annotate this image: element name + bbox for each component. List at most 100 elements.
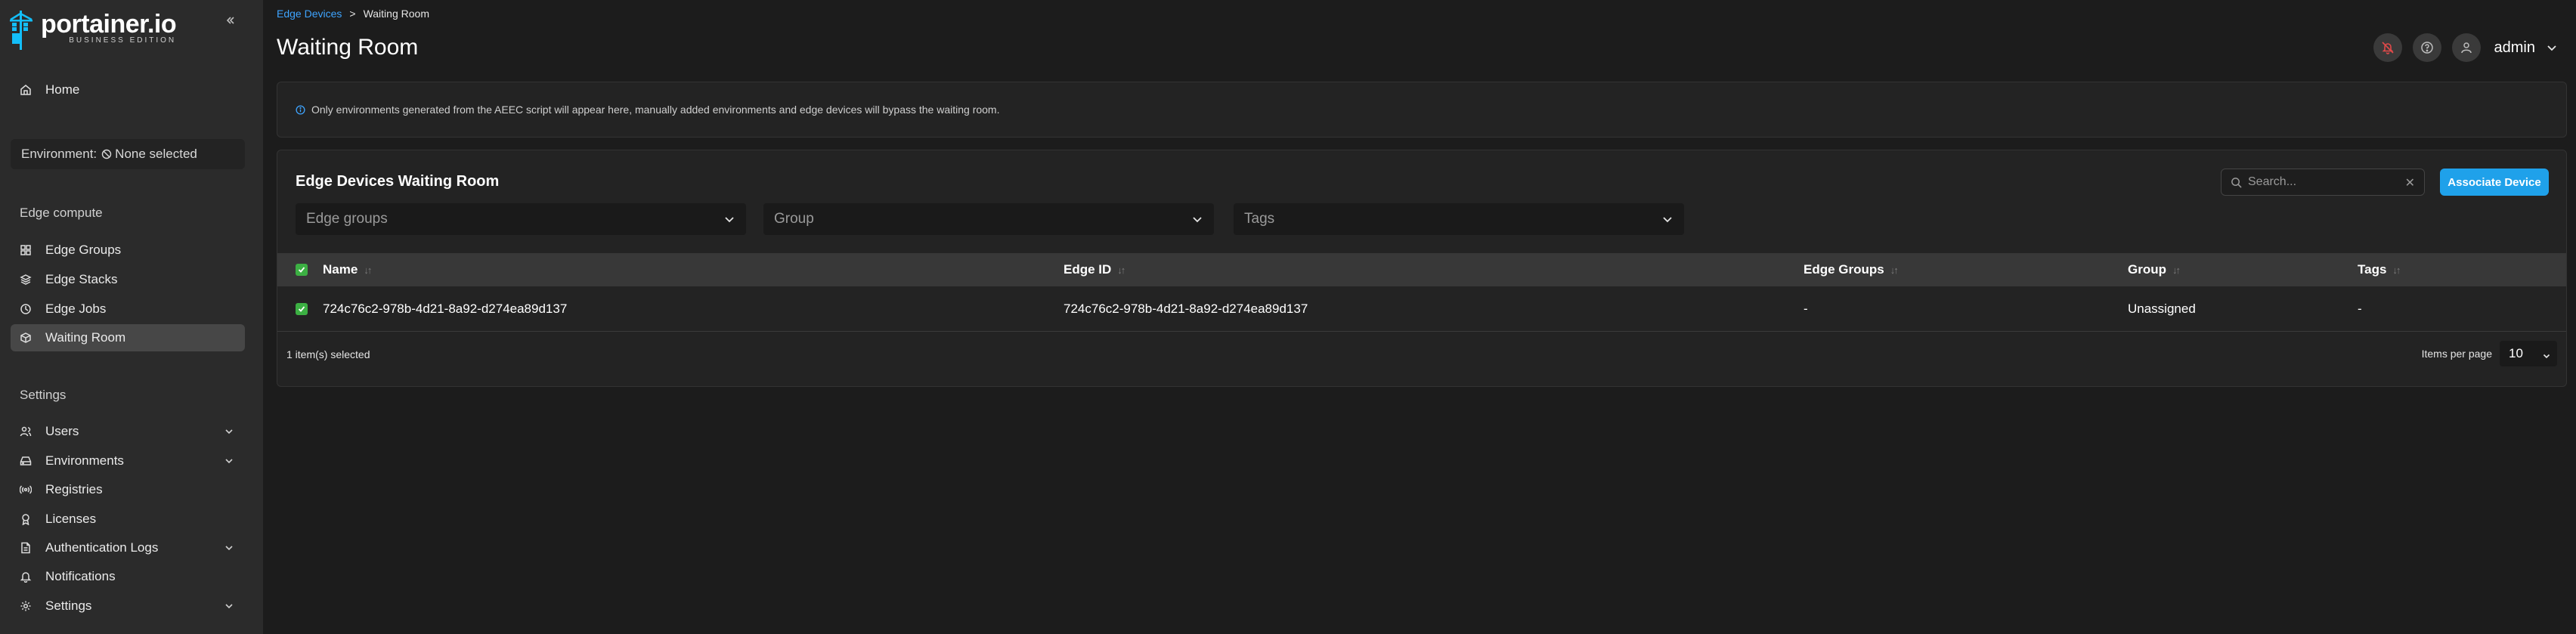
file-text-icon xyxy=(18,540,33,555)
ban-icon xyxy=(101,149,112,159)
bell-icon xyxy=(18,569,33,584)
column-header-tags[interactable]: Tags ↓↑ xyxy=(2358,253,2401,286)
column-header-edge-id[interactable]: Edge ID ↓↑ xyxy=(1064,253,1125,286)
table-header: Name ↓↑ Edge ID ↓↑ Edge Groups ↓↑ Group ↓↑ T… xyxy=(277,253,2566,286)
panel-title: Edge Devices Waiting Room xyxy=(296,173,500,190)
users-icon xyxy=(18,424,33,439)
bell-off-icon xyxy=(2381,42,2394,54)
edge-groups-filter[interactable]: Edge groups xyxy=(296,203,746,235)
sidebar-item-authentication-logs[interactable]: Authentication Logs xyxy=(11,534,245,561)
sort-icon: ↓↑ xyxy=(364,264,372,276)
items-per-page-select[interactable]: 10 xyxy=(2500,341,2557,366)
sidebar-item-waiting-room[interactable]: Waiting Room xyxy=(11,324,245,351)
portainer-logo[interactable]: portainer.io BUSINESS EDITION xyxy=(9,10,177,50)
associate-device-button[interactable]: Associate Device xyxy=(2440,169,2549,196)
filter-placeholder: Edge groups xyxy=(306,211,388,227)
filter-placeholder: Group xyxy=(774,211,814,227)
row-checkbox[interactable] xyxy=(296,303,308,315)
sidebar-item-users[interactable]: Users xyxy=(11,418,245,445)
breadcrumb-edge-devices-link[interactable]: Edge Devices xyxy=(277,8,342,20)
sidebar-item-label: Edge Groups xyxy=(45,243,122,257)
user-avatar[interactable] xyxy=(2451,33,2481,62)
sidebar-item-label: Users xyxy=(45,424,79,438)
sidebar-item-edge-groups[interactable]: Edge Groups xyxy=(11,237,245,264)
sidebar-item-home[interactable]: Home xyxy=(11,76,245,104)
search-input[interactable] xyxy=(2248,175,2392,189)
breadcrumb-current: Waiting Room xyxy=(363,8,429,20)
sidebar-item-settings[interactable]: Settings xyxy=(11,592,245,620)
sidebar-item-label: Edge Stacks xyxy=(45,272,118,286)
sidebar-item-label: Edge Jobs xyxy=(45,302,107,316)
logo-name: portainer.io xyxy=(41,10,177,39)
home-icon xyxy=(18,82,33,97)
sidebar-item-label: Settings xyxy=(45,598,92,613)
cell-group: Unassigned xyxy=(2128,301,2196,316)
breadcrumb: Edge Devices > Waiting Room xyxy=(277,8,429,20)
settings-icon xyxy=(18,598,33,614)
sidebar-item-edge-stacks[interactable]: Edge Stacks xyxy=(11,266,245,293)
notifications-button[interactable] xyxy=(2373,33,2402,62)
chevron-down-icon xyxy=(1661,213,1673,230)
sidebar-item-label: Waiting Room xyxy=(45,330,126,345)
chevron-down-icon xyxy=(1191,213,1203,230)
crane-logo-icon xyxy=(10,11,33,50)
tags-filter[interactable]: Tags xyxy=(1234,203,1684,235)
environment-value: None selected xyxy=(115,147,197,161)
sidebar-item-environments[interactable]: Environments xyxy=(11,447,245,475)
header-actions: admin xyxy=(2373,33,2558,62)
chevron-down-icon xyxy=(224,455,234,470)
chevron-down-icon[interactable] xyxy=(2546,42,2558,54)
sidebar-item-label: Licenses xyxy=(45,512,97,526)
chevron-down-icon xyxy=(224,600,234,615)
chevron-down-icon xyxy=(2542,349,2551,364)
box-icon xyxy=(18,330,33,345)
collapse-sidebar-button[interactable] xyxy=(222,14,239,30)
section-edge-compute: Edge compute xyxy=(20,206,103,220)
table-row[interactable]: 724c76c2-978b-4d21-8a92-d274ea89d137 724… xyxy=(277,286,2566,332)
sidebar-item-label: Registries xyxy=(45,482,103,496)
award-icon xyxy=(18,512,33,527)
environment-selector[interactable]: Environment: None selected xyxy=(11,139,245,169)
sidebar: portainer.io BUSINESS EDITION Home Envir… xyxy=(0,0,263,634)
column-header-edge-groups[interactable]: Edge Groups ↓↑ xyxy=(1804,253,1899,286)
clock-icon xyxy=(18,302,33,317)
user-icon xyxy=(2460,42,2472,54)
chevron-down-icon xyxy=(224,542,234,557)
cell-tags: - xyxy=(2358,301,2362,316)
search-box[interactable]: ✕ xyxy=(2221,169,2425,196)
info-panel: Only environments generated from the AEE… xyxy=(277,82,2567,138)
waiting-room-panel: Edge Devices Waiting Room ✕ Associate De… xyxy=(277,150,2567,387)
chevrons-left-icon xyxy=(226,17,234,24)
select-all-checkbox[interactable] xyxy=(296,264,308,276)
sidebar-item-label: Environments xyxy=(45,453,124,468)
clear-search-icon[interactable]: ✕ xyxy=(2405,175,2415,190)
column-header-name[interactable]: Name ↓↑ xyxy=(323,253,372,286)
sidebar-item-registries[interactable]: Registries xyxy=(11,476,245,503)
pagination: Items per page 10 xyxy=(2422,341,2557,366)
chevron-down-icon xyxy=(224,425,234,441)
sidebar-item-licenses[interactable]: Licenses xyxy=(11,506,245,533)
help-circle-icon xyxy=(2420,42,2433,54)
section-settings: Settings xyxy=(20,388,67,402)
sidebar-item-label: Home xyxy=(45,82,80,97)
sidebar-item-edge-jobs[interactable]: Edge Jobs xyxy=(11,295,245,323)
hard-drive-icon xyxy=(18,453,33,469)
sort-icon: ↓↑ xyxy=(1117,264,1125,276)
user-name[interactable]: admin xyxy=(2494,39,2535,57)
sidebar-item-label: Authentication Logs xyxy=(45,540,159,555)
environment-label: Environment: xyxy=(21,147,98,161)
group-filter[interactable]: Group xyxy=(763,203,1214,235)
page-title: Waiting Room xyxy=(277,35,419,60)
sort-icon: ↓↑ xyxy=(2172,264,2181,276)
sidebar-item-notifications[interactable]: Notifications xyxy=(11,563,245,590)
chevron-down-icon xyxy=(723,213,735,230)
info-text: Only environments generated from the AEE… xyxy=(311,104,1000,116)
cell-name: 724c76c2-978b-4d21-8a92-d274ea89d137 xyxy=(323,301,568,316)
filter-placeholder: Tags xyxy=(1244,211,1275,227)
sort-icon: ↓↑ xyxy=(2392,264,2401,276)
selected-count: 1 item(s) selected xyxy=(286,348,370,360)
sort-icon: ↓↑ xyxy=(1890,264,1899,276)
column-header-group[interactable]: Group ↓↑ xyxy=(2128,253,2181,286)
search-icon xyxy=(2231,177,2242,188)
help-button[interactable] xyxy=(2412,33,2441,62)
